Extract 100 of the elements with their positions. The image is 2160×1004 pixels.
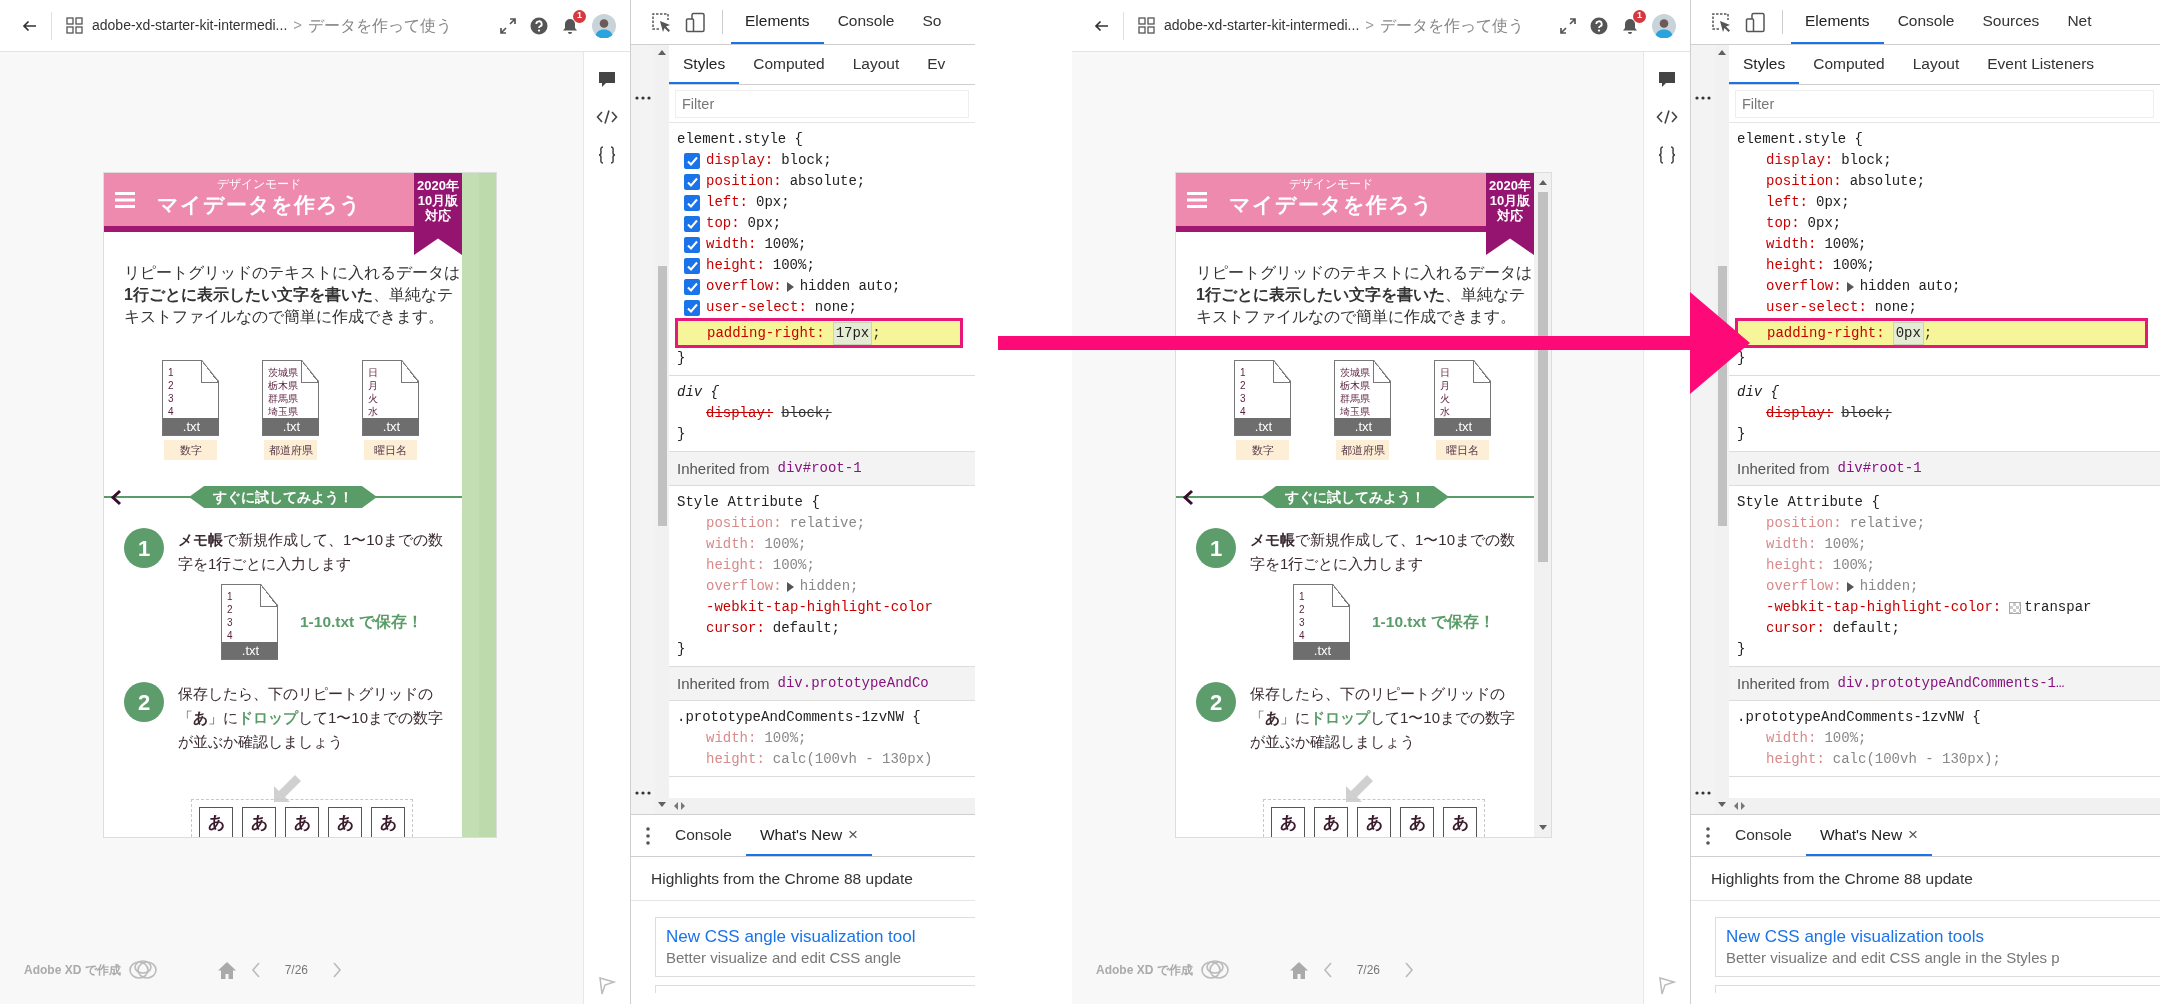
- expand-triangle-icon[interactable]: [1845, 280, 1855, 293]
- scrollbar[interactable]: [669, 798, 975, 814]
- scrollbar[interactable]: [1729, 798, 2160, 814]
- tab[interactable]: Ev: [913, 45, 960, 84]
- tab[interactable]: Event Listeners: [1973, 45, 2109, 84]
- property-name[interactable]: padding-right:: [707, 322, 825, 344]
- property-name[interactable]: height:: [706, 255, 765, 276]
- property-name[interactable]: display:: [1766, 150, 1834, 171]
- inherited-source[interactable]: div#root-1: [1837, 458, 1922, 479]
- grid-icon[interactable]: [1138, 17, 1155, 34]
- property-name[interactable]: top:: [706, 213, 740, 234]
- avatar[interactable]: [592, 13, 616, 38]
- inherited-source[interactable]: div.prototypeAndCo: [777, 673, 929, 694]
- property-value[interactable]: 0px;: [1807, 213, 1842, 234]
- scroll-up-icon[interactable]: [1537, 179, 1548, 186]
- scrollbar[interactable]: [1715, 45, 1729, 814]
- tab[interactable]: Elements: [1791, 0, 1884, 44]
- property-value[interactable]: 100%;: [1832, 555, 1875, 576]
- feature-link[interactable]: New CSS angle visualization tools: [1726, 926, 2150, 949]
- help-icon[interactable]: [530, 16, 548, 35]
- tab[interactable]: What's New ×: [745, 815, 872, 856]
- property-value[interactable]: transpar: [2024, 597, 2092, 618]
- property-name[interactable]: overflow:: [1766, 276, 1842, 297]
- property-name[interactable]: user-select:: [1766, 297, 1867, 318]
- property-value[interactable]: 0px: [1892, 321, 1924, 345]
- property-value[interactable]: hidden;: [799, 576, 859, 597]
- property-name[interactable]: display:: [1766, 403, 1834, 424]
- inherited-source[interactable]: div#root-1: [777, 458, 862, 479]
- scrollbar[interactable]: [655, 45, 669, 814]
- tab[interactable]: Styles: [1729, 45, 1800, 84]
- scroll-arrows-icon[interactable]: [673, 801, 686, 811]
- scroll-up-icon[interactable]: [1717, 49, 1727, 56]
- property-value[interactable]: 100%;: [1824, 234, 1867, 255]
- more-icon[interactable]: [645, 825, 651, 846]
- property-value[interactable]: hidden auto;: [799, 276, 901, 297]
- expand-icon[interactable]: [499, 16, 517, 35]
- checkbox[interactable]: [684, 258, 700, 274]
- code-icon[interactable]: [1656, 107, 1678, 127]
- tab[interactable]: Layout: [838, 45, 914, 84]
- scroll-down-icon[interactable]: [1537, 824, 1548, 831]
- checkbox[interactable]: [684, 237, 700, 253]
- filter-field[interactable]: Filter: [1735, 89, 2154, 118]
- expand-icon[interactable]: [1559, 16, 1577, 35]
- property-value[interactable]: 100%;: [764, 234, 807, 255]
- comment-icon[interactable]: [1657, 70, 1677, 89]
- comment-icon[interactable]: [597, 70, 617, 89]
- property-value[interactable]: block;: [781, 403, 832, 424]
- property-value[interactable]: 100%;: [764, 534, 807, 555]
- property-name[interactable]: -webkit-tap-highlight-color:: [1766, 597, 2002, 618]
- property-value[interactable]: hidden;: [1859, 576, 1919, 597]
- feature-link[interactable]: New CSS angle visualization tool: [666, 926, 965, 949]
- tab[interactable]: Console: [661, 815, 746, 856]
- tab[interactable]: Sources: [1968, 0, 2054, 44]
- tab[interactable]: Styles: [669, 45, 740, 84]
- property-name[interactable]: position:: [706, 171, 782, 192]
- property-name[interactable]: display:: [706, 150, 774, 171]
- tab[interactable]: Console: [1883, 0, 1969, 44]
- expand-triangle-icon[interactable]: [1845, 580, 1855, 593]
- inspect-icon[interactable]: [1711, 11, 1731, 33]
- back-chevron-icon[interactable]: [110, 489, 122, 506]
- property-value[interactable]: block;: [1841, 403, 1892, 424]
- property-name[interactable]: display:: [706, 403, 774, 424]
- tab[interactable]: Computed: [1799, 45, 1899, 84]
- property-name[interactable]: -webkit-tap-highlight-color: [706, 597, 933, 618]
- property-value[interactable]: 0px;: [747, 213, 782, 234]
- tab[interactable]: Layout: [1898, 45, 1974, 84]
- more-icon[interactable]: [1694, 95, 1712, 101]
- property-name[interactable]: user-select:: [706, 297, 807, 318]
- property-value[interactable]: 0px;: [756, 192, 790, 213]
- property-name[interactable]: overflow:: [706, 276, 782, 297]
- breadcrumb-link[interactable]: adobe-xd-starter-kit-intermedi...: [1164, 15, 1360, 36]
- more-icon[interactable]: [1705, 825, 1711, 846]
- avatar[interactable]: [1652, 13, 1676, 38]
- expand-triangle-icon[interactable]: [785, 280, 795, 293]
- more-icon[interactable]: [634, 790, 652, 796]
- scroll-thumb[interactable]: [657, 266, 667, 526]
- property-value[interactable]: 17px: [832, 321, 873, 345]
- close-button[interactable]: ×: [848, 821, 858, 848]
- inherited-source[interactable]: div.prototypeAndComments-1…: [1837, 673, 2065, 694]
- checkbox[interactable]: [684, 279, 700, 295]
- scroll-thumb[interactable]: [1537, 192, 1548, 562]
- property-name[interactable]: cursor:: [1766, 618, 1825, 639]
- property-value[interactable]: absolute;: [1849, 171, 1926, 192]
- property-value[interactable]: 100%;: [1824, 534, 1867, 555]
- property-value[interactable]: 100%;: [772, 255, 815, 276]
- property-value[interactable]: relative;: [1849, 513, 1926, 534]
- property-value[interactable]: none;: [814, 297, 857, 318]
- property-value[interactable]: block;: [1841, 150, 1892, 171]
- braces-icon[interactable]: [1656, 145, 1678, 165]
- checkbox[interactable]: [684, 300, 700, 316]
- tab[interactable]: Computed: [739, 45, 839, 84]
- property-value[interactable]: block;: [781, 150, 832, 171]
- property-name[interactable]: left:: [1766, 192, 1808, 213]
- tab[interactable]: So: [908, 0, 956, 44]
- property-name[interactable]: position:: [1766, 171, 1842, 192]
- checkbox[interactable]: [684, 195, 700, 211]
- scroll-down-icon[interactable]: [657, 801, 667, 808]
- scroll-down-icon[interactable]: [1717, 801, 1727, 808]
- bell-icon[interactable]: [561, 16, 579, 35]
- property-value[interactable]: relative;: [789, 513, 866, 534]
